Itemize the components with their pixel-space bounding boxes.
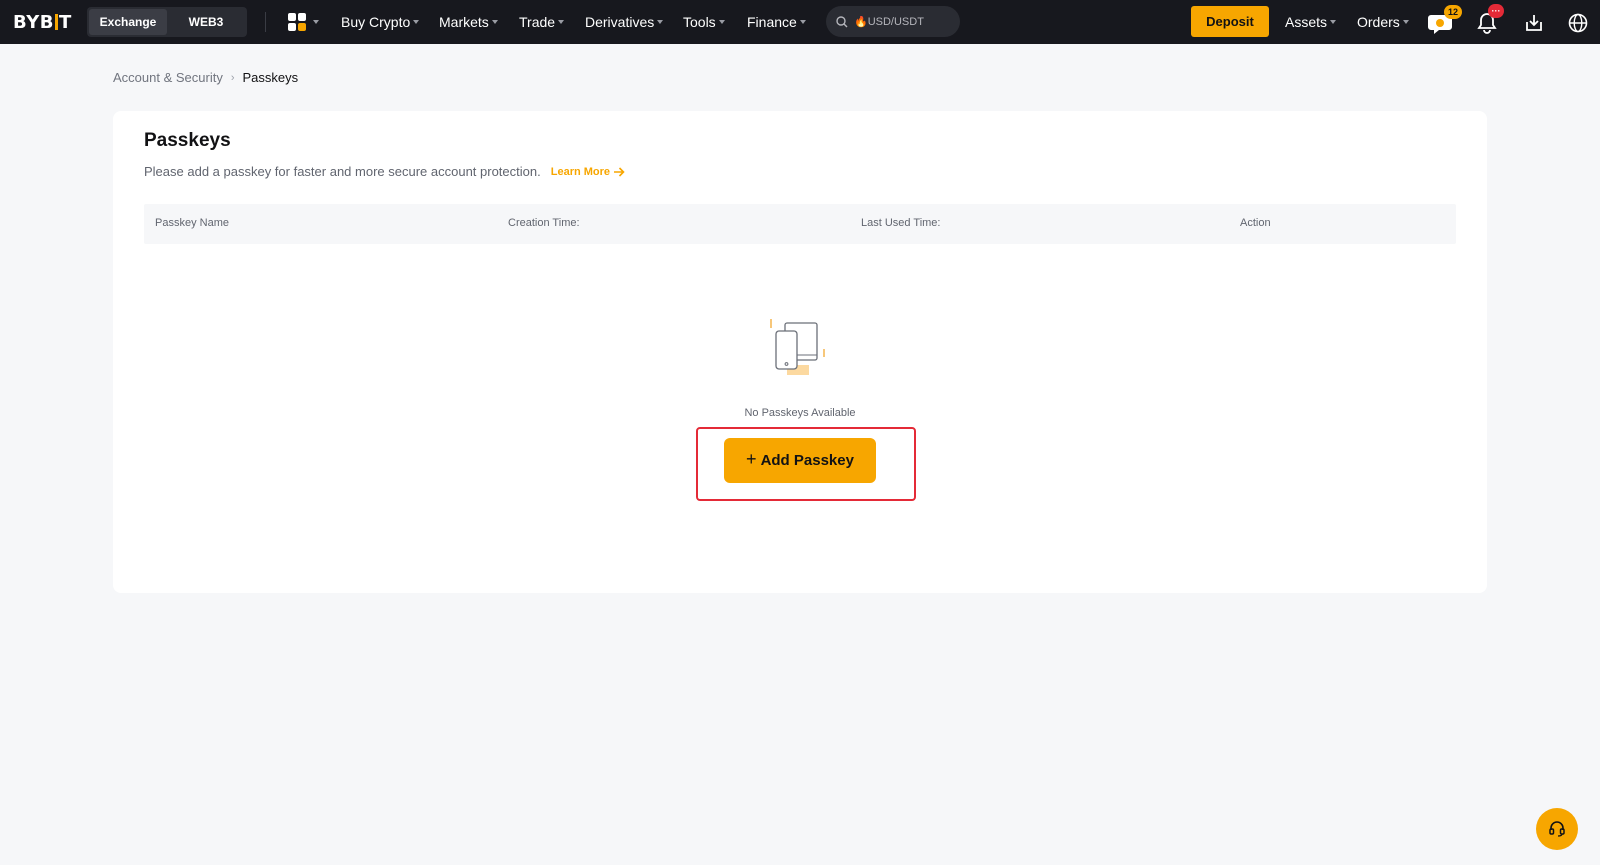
deposit-button[interactable]: Deposit	[1191, 6, 1269, 37]
add-passkey-label: Add Passkey	[760, 452, 854, 469]
column-passkey-name: Passkey Name	[155, 217, 229, 229]
nav-label: Tools	[683, 14, 716, 30]
exchange-tab[interactable]: Exchange	[89, 9, 167, 35]
learn-more-label: Learn More	[550, 165, 611, 178]
breadcrumb-current: Passkeys	[242, 70, 299, 85]
nav-label: Derivatives	[585, 14, 655, 30]
nav-tools[interactable]: Tools	[683, 14, 725, 30]
search-input[interactable]	[854, 15, 944, 28]
plus-icon: +	[746, 449, 757, 469]
nav-buy-crypto[interactable]: Buy Crypto	[341, 14, 420, 30]
nav-label: Trade	[519, 14, 556, 30]
chevron-down-icon	[718, 20, 725, 24]
arrow-right-icon	[614, 166, 625, 177]
download-icon	[1526, 15, 1542, 31]
nav-label: Markets	[439, 14, 489, 30]
nav-finance[interactable]: Finance	[747, 14, 806, 30]
learn-more-link[interactable]: Learn More	[551, 166, 625, 178]
web3-tab[interactable]: WEB3	[167, 9, 245, 35]
breadcrumb: Account & Security › Passkeys	[113, 70, 298, 85]
nav-label: Assets	[1285, 14, 1328, 30]
grid-apps-icon	[288, 13, 306, 31]
breadcrumb-account-security[interactable]: Account & Security	[113, 70, 223, 85]
bybit-logo[interactable]: BYB T	[13, 11, 72, 33]
chevron-down-icon	[657, 20, 664, 24]
chevron-down-icon	[799, 20, 806, 24]
empty-devices-illustration	[770, 319, 825, 375]
chevron-down-icon	[1330, 20, 1337, 24]
nav-divider	[265, 12, 266, 32]
chevron-down-icon	[413, 20, 420, 24]
passkeys-card: Passkeys Please add a passkey for faster…	[113, 111, 1487, 593]
column-last-used-time: Last Used Time:	[861, 217, 941, 229]
headset-icon	[1549, 821, 1565, 837]
chevron-down-icon	[1402, 20, 1409, 24]
search-box[interactable]	[826, 6, 960, 37]
notifications-button[interactable]: ···	[1474, 4, 1504, 36]
chevron-down-icon	[558, 20, 565, 24]
nav-trade[interactable]: Trade	[519, 14, 565, 30]
page-description: Please add a passkey for faster and more…	[144, 164, 625, 179]
chat-count-badge: 12	[1444, 5, 1462, 19]
nav-orders[interactable]: Orders	[1357, 14, 1409, 30]
nav-derivatives[interactable]: Derivatives	[585, 14, 664, 30]
add-passkey-button[interactable]: + Add Passkey	[724, 438, 876, 483]
globe-icon	[1568, 13, 1588, 33]
notification-badge: ···	[1488, 4, 1504, 18]
passkeys-table-header: Passkey Name Creation Time: Last Used Ti…	[144, 204, 1456, 244]
description-text: Please add a passkey for faster and more…	[144, 164, 541, 179]
column-action: Action	[1240, 217, 1271, 229]
nav-markets[interactable]: Markets	[439, 14, 498, 30]
chevron-down-icon	[491, 20, 498, 24]
search-icon	[836, 15, 848, 27]
apps-menu-button[interactable]	[288, 13, 319, 31]
column-creation-time: Creation Time:	[508, 217, 580, 229]
customer-support-button[interactable]	[1536, 808, 1578, 850]
nav-label: Finance	[747, 14, 797, 30]
top-nav-bar: BYB T Exchange WEB3 Buy Crypto Markets Tr…	[0, 0, 1600, 44]
empty-state-text: No Passkeys Available	[744, 407, 856, 419]
page-title: Passkeys	[144, 130, 231, 151]
exchange-web3-switch: Exchange WEB3	[87, 7, 247, 37]
download-button[interactable]	[1521, 10, 1547, 36]
chevron-right-icon: ›	[230, 71, 235, 84]
chat-button[interactable]: 12	[1427, 5, 1462, 36]
language-button[interactable]	[1565, 10, 1591, 36]
nav-label: Buy Crypto	[341, 14, 411, 30]
nav-assets[interactable]: Assets	[1285, 14, 1337, 30]
nav-label: Orders	[1357, 14, 1400, 30]
chevron-down-icon	[313, 20, 319, 24]
